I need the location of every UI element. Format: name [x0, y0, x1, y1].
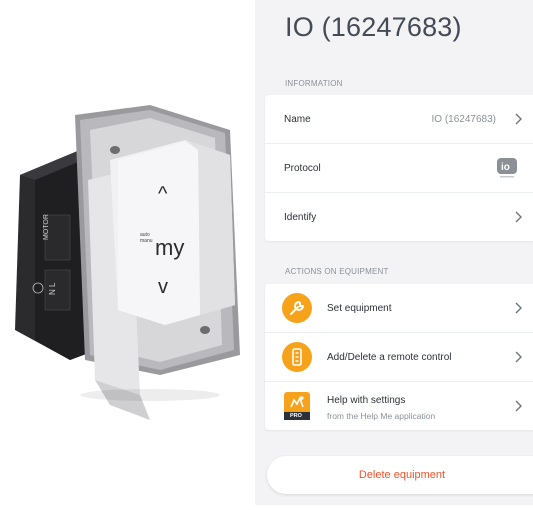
add-delete-remote-row[interactable]: Add/Delete a remote control — [265, 333, 533, 382]
remote-down-symbol: v — [158, 276, 168, 298]
information-card: Name IO (16247683) Protocol io Identify — [265, 95, 533, 241]
wrench-icon — [282, 293, 312, 323]
help-with-settings-sublabel: from the Help Me application — [327, 411, 436, 421]
delete-equipment-label: Delete equipment — [358, 469, 446, 481]
name-value: IO (16247683) — [431, 113, 497, 125]
motor-label: MOTOR — [43, 214, 50, 240]
information-section-label: INFORMATION — [285, 79, 343, 88]
identify-label: Identify — [284, 211, 317, 223]
name-row[interactable]: Name IO (16247683) — [265, 95, 533, 144]
equipment-panel: IO (16247683) INFORMATION Name IO (16247… — [255, 0, 533, 505]
actions-card: Set equipment Add/Delete a remote contro… — [265, 284, 533, 430]
set-equipment-row[interactable]: Set equipment — [265, 284, 533, 333]
remote-my-label: my — [155, 235, 184, 260]
nl-label: N L — [48, 282, 57, 295]
chevron-right-icon — [513, 210, 523, 224]
help-me-app-icon: PRO — [282, 391, 312, 421]
set-equipment-label: Set equipment — [327, 302, 392, 314]
switch-illustration: MOTOR N L ^ my auto manu v — [15, 105, 240, 420]
add-delete-remote-label: Add/Delete a remote control — [327, 351, 452, 363]
pro-badge: PRO — [290, 413, 302, 419]
svg-text:manu: manu — [140, 238, 153, 244]
remote-control-icon — [282, 342, 312, 372]
chevron-right-icon — [513, 112, 523, 126]
name-label: Name — [284, 113, 311, 125]
protocol-row: Protocol io — [265, 144, 533, 193]
chevron-right-icon — [513, 399, 523, 413]
help-with-settings-label: Help with settings — [327, 395, 406, 406]
help-with-settings-row[interactable]: PRO Help with settings from the Help Me … — [265, 382, 533, 430]
protocol-label: Protocol — [284, 162, 321, 174]
io-protocol-logo-icon: io — [496, 157, 518, 179]
remote-up-symbol: ^ — [158, 183, 168, 205]
svg-text:io: io — [501, 162, 510, 173]
chevron-right-icon — [513, 350, 523, 364]
identify-row[interactable]: Identify — [265, 193, 533, 241]
delete-equipment-button[interactable]: Delete equipment — [267, 456, 533, 494]
page-title: IO (16247683) — [285, 12, 462, 42]
chevron-right-icon — [513, 301, 523, 315]
product-photo: MOTOR N L ^ my auto manu v — [0, 0, 255, 505]
actions-section-label: ACTIONS ON EQUIPMENT — [285, 267, 389, 276]
